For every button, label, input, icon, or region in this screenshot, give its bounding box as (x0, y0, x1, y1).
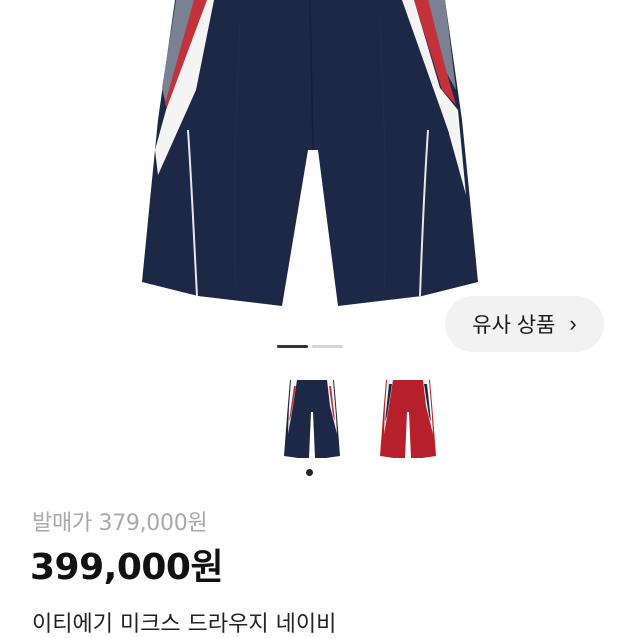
thumbnail-pager-dot (306, 469, 313, 476)
image-pager (277, 345, 343, 348)
thumbnail-navy[interactable] (280, 376, 344, 462)
similar-products-label: 유사 상품 (472, 314, 556, 337)
original-price: 발매가 379,000원 (32, 511, 208, 536)
pager-indicator-active[interactable] (277, 345, 308, 348)
chevron-right-icon: › (569, 311, 577, 336)
price: 399,000원 (30, 547, 224, 588)
similar-products-button[interactable]: 유사 상품 › (445, 296, 604, 352)
thumbnail-red[interactable] (376, 376, 440, 462)
pants-illustration (142, 0, 478, 306)
product-title[interactable]: 이티에기 미크스 드라우지 네이비 (32, 606, 336, 638)
product-main-image[interactable] (0, 0, 620, 340)
pager-indicator[interactable] (312, 345, 343, 348)
